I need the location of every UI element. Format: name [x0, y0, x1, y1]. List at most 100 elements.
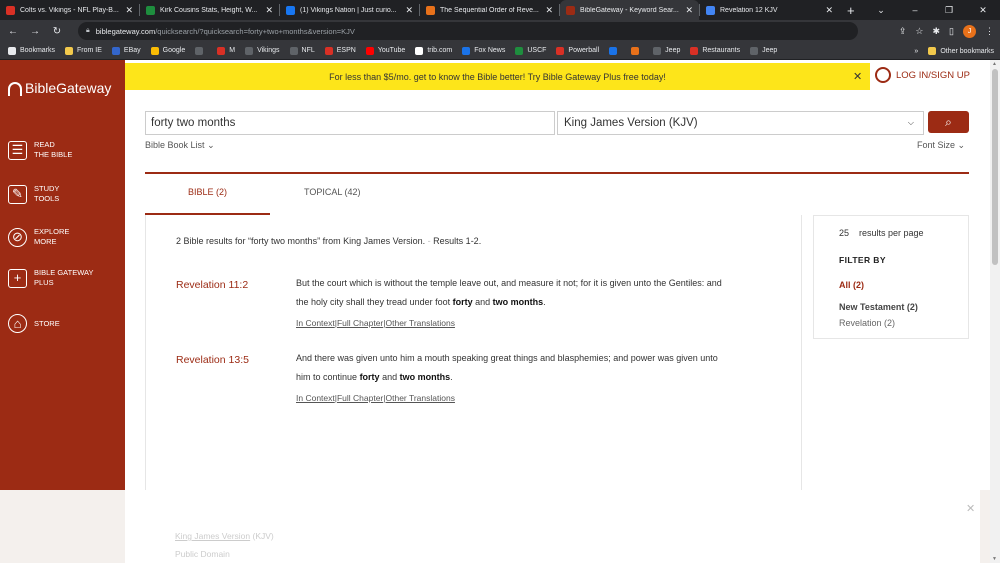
login-label: LOG IN/SIGN UP [896, 69, 970, 81]
url-bar[interactable]: 🔒︎ biblegateway.com/quicksearch/?quickse… [78, 22, 858, 40]
lock-icon[interactable]: 🔒︎ [86, 27, 90, 35]
compass-icon: ⊘ [8, 227, 27, 247]
full-chapter-link[interactable]: Full Chapter [337, 318, 383, 328]
menu-icon[interactable]: ⋮ [985, 26, 994, 37]
results-summary: 2 Bible results for “forty two months” f… [176, 236, 481, 246]
scroll-down-icon[interactable]: ▼ [992, 556, 997, 562]
page-scrollbar[interactable]: ▲ ▼ [990, 60, 1000, 563]
bookmark-item[interactable]: Restaurants [690, 46, 740, 55]
store-icon: ⌂ [8, 314, 27, 333]
bookmark-item[interactable]: From IE [65, 46, 102, 55]
bookmark-item[interactable]: YouTube [365, 46, 406, 55]
bookmark-label: ESPN [336, 47, 356, 54]
forward-icon[interactable]: → [26, 26, 44, 37]
results-per-page[interactable]: 25 results per page [839, 228, 924, 238]
scrollbar-thumb[interactable] [992, 69, 998, 265]
profile-avatar[interactable]: J [963, 24, 976, 38]
verse-end: . [450, 372, 453, 382]
bookmark-item[interactable]: Jeep [750, 46, 777, 55]
tab-bible[interactable]: BIBLE (2) [188, 187, 227, 197]
bookmark-item[interactable]: trib.com [415, 46, 452, 55]
site-logo[interactable]: BibleGateway [8, 80, 111, 96]
in-context-link[interactable]: In Context [296, 393, 335, 403]
summary-separator: - [427, 236, 431, 246]
version-select[interactable]: King James Version (KJV) ⌵ [557, 111, 924, 135]
verse-text: And there was given unto him a mouth spe… [296, 349, 776, 387]
close-tab-icon[interactable]: ✕ [545, 5, 553, 16]
share-icon[interactable]: ⇪ [899, 26, 907, 37]
bookmark-item[interactable]: M [217, 46, 235, 55]
filter-revelation[interactable]: Revelation (2) [839, 318, 895, 328]
tab-search-icon[interactable]: ⌄ [864, 5, 898, 16]
bible-book-list-toggle[interactable]: Bible Book List ⌄ [145, 140, 215, 151]
login-link[interactable]: LOG IN/SIGN UP [875, 67, 970, 83]
back-icon[interactable]: ← [4, 26, 22, 37]
bookmark-item[interactable] [631, 46, 643, 55]
bookmark-item[interactable]: ESPN [324, 46, 356, 55]
in-context-link[interactable]: In Context [296, 318, 335, 328]
version-link[interactable]: King James Version [175, 531, 250, 541]
browser-tab[interactable]: Colts vs. Vikings - NFL Play-B... ✕ [0, 0, 139, 20]
per-page-value[interactable]: 25 [839, 228, 849, 238]
book-icon: ☰ [8, 140, 27, 160]
close-tab-icon[interactable]: ✕ [125, 5, 133, 16]
close-window-icon[interactable]: ✕ [966, 5, 1000, 16]
bookmark-label: YouTube [377, 47, 406, 54]
browser-tab[interactable]: The Sequential Order of Reve... ✕ [420, 0, 559, 20]
bookmarks-overflow[interactable]: » [914, 48, 918, 55]
search-button[interactable]: ⌕ [928, 111, 969, 133]
search-input[interactable]: forty two months [145, 111, 555, 135]
tab-topical[interactable]: TOPICAL (42) [304, 187, 361, 197]
browser-tab[interactable]: Kirk Cousins Stats, Height, W... ✕ [140, 0, 279, 20]
verse-reference[interactable]: Revelation 11:2 [176, 279, 248, 291]
verse-reference[interactable]: Revelation 13:5 [176, 354, 249, 366]
sidebar-item-bible-gateway[interactable]: + BIBLE GATEWAY PLUS [8, 268, 93, 288]
restore-icon[interactable]: ❐ [932, 5, 966, 16]
browser-tab[interactable]: Revelation 12 KJV ✕ [700, 0, 839, 20]
browser-tab-title: Revelation 12 KJV [720, 6, 778, 14]
sidebar-item-store[interactable]: ⌂ STORE [8, 314, 60, 333]
sidebar-icon[interactable]: ▯ [949, 26, 954, 37]
bookmark-item[interactable]: Vikings [245, 46, 280, 55]
bookmark-item[interactable]: Google [150, 46, 186, 55]
bookmark-item[interactable]: USCF [515, 46, 546, 55]
bookmark-label: Powerball [568, 47, 600, 54]
new-tab-button[interactable]: + [839, 0, 863, 20]
close-tab-icon[interactable]: ✕ [265, 5, 273, 16]
bookmark-item[interactable]: Bookmarks [8, 46, 55, 55]
other-translations-link[interactable]: Other Translations [386, 393, 455, 403]
full-chapter-link[interactable]: Full Chapter [337, 393, 383, 403]
bookmark-item[interactable]: EBay [111, 46, 141, 55]
promo-close-icon[interactable]: ✕ [853, 70, 862, 83]
scroll-up-icon[interactable]: ▲ [992, 61, 997, 67]
browser-tab[interactable]: (1) Vikings Nation | Just curio... ✕ [280, 0, 419, 20]
bookmark-item[interactable] [195, 46, 207, 55]
minimize-icon[interactable]: – [898, 5, 932, 15]
other-bookmarks[interactable]: Other bookmarks [928, 47, 994, 55]
promo-banner[interactable]: For less than $5/mo. get to know the Bib… [125, 63, 870, 90]
reload-icon[interactable]: ↻ [48, 26, 66, 37]
close-tab-icon[interactable]: ✕ [825, 5, 833, 16]
sidebar-item-explore[interactable]: ⊘ EXPLORE MORE [8, 227, 69, 247]
close-tab-icon[interactable]: ✕ [685, 5, 693, 16]
browser-tab-strip: Colts vs. Vikings - NFL Play-B... ✕ Kirk C… [0, 0, 1000, 20]
bookmark-item[interactable]: NFL [289, 46, 315, 55]
bookmark-item[interactable]: Fox News [462, 46, 505, 55]
bookmark-item[interactable] [609, 46, 621, 55]
bookmark-label: Google [162, 47, 186, 54]
ad-close-icon[interactable]: ✕ [966, 502, 975, 515]
sidebar-item-read[interactable]: ☰ READ THE BIBLE [8, 140, 72, 160]
filter-all[interactable]: All (2) [839, 280, 864, 290]
verse-line-1: And there was given unto him a mouth spe… [296, 353, 718, 363]
font-size-toggle[interactable]: Font Size ⌄ [917, 140, 965, 151]
bookmark-icon [324, 46, 333, 55]
browser-tab[interactable]: BibleGateway - Keyword Sear... ✕ [560, 0, 699, 20]
sidebar-item-study[interactable]: ✎ STUDY TOOLS [8, 184, 59, 204]
other-translations-link[interactable]: Other Translations [386, 318, 455, 328]
bookmark-item[interactable]: Jeep [653, 46, 680, 55]
extensions-icon[interactable]: ✱ [933, 26, 941, 37]
filter-new-testament[interactable]: New Testament (2) [839, 302, 918, 312]
star-icon[interactable]: ☆ [915, 26, 923, 37]
close-tab-icon[interactable]: ✕ [405, 5, 413, 16]
bookmark-item[interactable]: Powerball [556, 46, 600, 55]
